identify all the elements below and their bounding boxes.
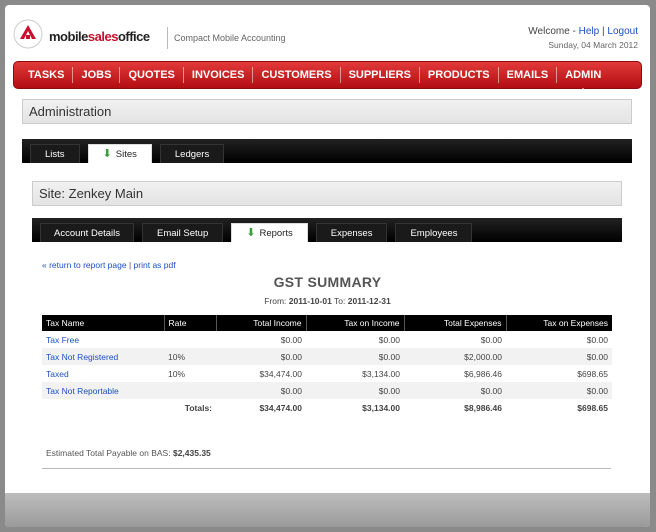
admin-tabbar: Lists ⬇ Sites Ledgers bbox=[22, 139, 632, 163]
col-rate: Rate bbox=[163, 315, 216, 331]
tab-ledgers[interactable]: Ledgers bbox=[159, 144, 225, 163]
tab-expenses[interactable]: Expenses bbox=[315, 223, 388, 242]
report-links: « return to report page | print as pdf bbox=[42, 260, 176, 270]
nav-jobs[interactable]: JOBS bbox=[73, 67, 121, 83]
nav-customers[interactable]: CUSTOMERS bbox=[253, 67, 341, 83]
report-title: GST SUMMARY bbox=[273, 274, 382, 290]
header-divider bbox=[167, 27, 168, 49]
tax-name-link[interactable]: Tax Free bbox=[46, 335, 79, 345]
tab-employees-label: Employees bbox=[410, 227, 458, 239]
tab-sites-label: Sites bbox=[115, 148, 137, 160]
tab-sites[interactable]: ⬇ Sites bbox=[87, 144, 152, 163]
help-link[interactable]: Help bbox=[579, 26, 600, 37]
nav-emails[interactable]: EMAILS bbox=[499, 67, 558, 83]
table-row: Tax Not Reportable $0.00 $0.00 $0.00 $0.… bbox=[42, 382, 612, 399]
tab-lists[interactable]: Lists bbox=[30, 144, 80, 163]
site-title: Site: Zenkey Main bbox=[32, 181, 622, 206]
estimated-payable: Estimated Total Payable on BAS: $2,435.3… bbox=[46, 448, 211, 458]
payable-value: $2,435.35 bbox=[172, 448, 211, 458]
nav-products[interactable]: PRODUCTS bbox=[420, 67, 499, 83]
site-tabbar: Account Details Email Setup ⬇ Reports Exp… bbox=[32, 218, 622, 242]
nav-invoices[interactable]: INVOICES bbox=[184, 67, 254, 83]
tab-account-details-label: Account Details bbox=[54, 227, 121, 239]
tax-name-link[interactable]: Tax Not Registered bbox=[46, 352, 118, 362]
brand-name: mobilesalesoffice bbox=[49, 29, 150, 44]
current-date: Sunday, 04 March 2012 bbox=[548, 40, 638, 50]
tab-account-details[interactable]: Account Details bbox=[40, 223, 135, 242]
welcome-text: Welcome - bbox=[528, 26, 576, 37]
nav-suppliers[interactable]: SUPPLIERS bbox=[341, 67, 420, 83]
logo-icon bbox=[13, 19, 43, 49]
report-date-range: From: 2011-10-01 To: 2011-12-31 bbox=[264, 296, 391, 306]
tab-ledgers-label: Ledgers bbox=[174, 148, 210, 160]
gst-summary-table: Tax Name Rate Total Income Tax on Income… bbox=[42, 315, 612, 416]
print-pdf-link[interactable]: print as pdf bbox=[134, 260, 176, 270]
nav-quotes[interactable]: QUOTES bbox=[120, 67, 184, 83]
table-header-row: Tax Name Rate Total Income Tax on Income… bbox=[42, 315, 612, 331]
table-row: Taxed 10% $34,474.00 $3,134.00 $6,986.46… bbox=[46, 368, 608, 379]
col-tax-name: Tax Name bbox=[42, 315, 164, 331]
app-window: mobilesalesoffice Compact Mobile Account… bbox=[5, 5, 650, 527]
tab-email-setup-label: Email Setup bbox=[157, 227, 209, 239]
tax-name-link[interactable]: Taxed bbox=[46, 369, 69, 379]
tab-lists-label: Lists bbox=[45, 148, 65, 160]
col-tax-on-income: Tax on Income bbox=[305, 315, 404, 331]
totals-label: Totals: bbox=[184, 402, 212, 413]
tab-email-setup[interactable]: Email Setup bbox=[142, 223, 224, 242]
nav-admin-label: ADMIN bbox=[565, 69, 602, 81]
table-row: Tax Free $0.00 $0.00 $0.00 $0.00 bbox=[46, 334, 608, 345]
divider bbox=[42, 468, 611, 469]
totals-row: Totals: $34,474.00 $3,134.00 $8,986.46 $… bbox=[42, 399, 612, 416]
tab-expenses-label: Expenses bbox=[330, 227, 373, 239]
page-title: Administration bbox=[22, 99, 632, 124]
col-total-expenses: Total Expenses bbox=[403, 315, 506, 331]
col-total-income: Total Income bbox=[215, 315, 306, 331]
welcome-bar: Welcome - Help | Logout bbox=[528, 26, 638, 37]
footer bbox=[5, 493, 650, 527]
tab-reports-label: Reports bbox=[259, 227, 293, 239]
active-caret-icon bbox=[580, 88, 587, 91]
down-arrow-icon: ⬇ bbox=[102, 147, 112, 160]
tax-name-link[interactable]: Tax Not Reportable bbox=[46, 386, 119, 396]
main-nav: TASKS JOBS QUOTES INVOICES CUSTOMERS SUP… bbox=[13, 61, 642, 91]
nav-admin[interactable]: ADMIN bbox=[557, 67, 609, 91]
return-link[interactable]: « return to report page bbox=[42, 260, 127, 270]
tab-reports[interactable]: ⬇ Reports bbox=[231, 223, 308, 242]
tab-employees[interactable]: Employees bbox=[395, 223, 473, 242]
col-tax-on-expenses: Tax on Expenses bbox=[505, 315, 612, 331]
header: mobilesalesoffice Compact Mobile Account… bbox=[5, 5, 650, 61]
nav-tasks[interactable]: TASKS bbox=[20, 67, 74, 83]
tagline: Compact Mobile Accounting bbox=[174, 33, 286, 43]
logout-link[interactable]: Logout bbox=[607, 26, 638, 37]
table-row: Tax Not Registered 10% $0.00 $0.00 $2,00… bbox=[42, 348, 612, 365]
down-arrow-icon: ⬇ bbox=[246, 226, 256, 239]
